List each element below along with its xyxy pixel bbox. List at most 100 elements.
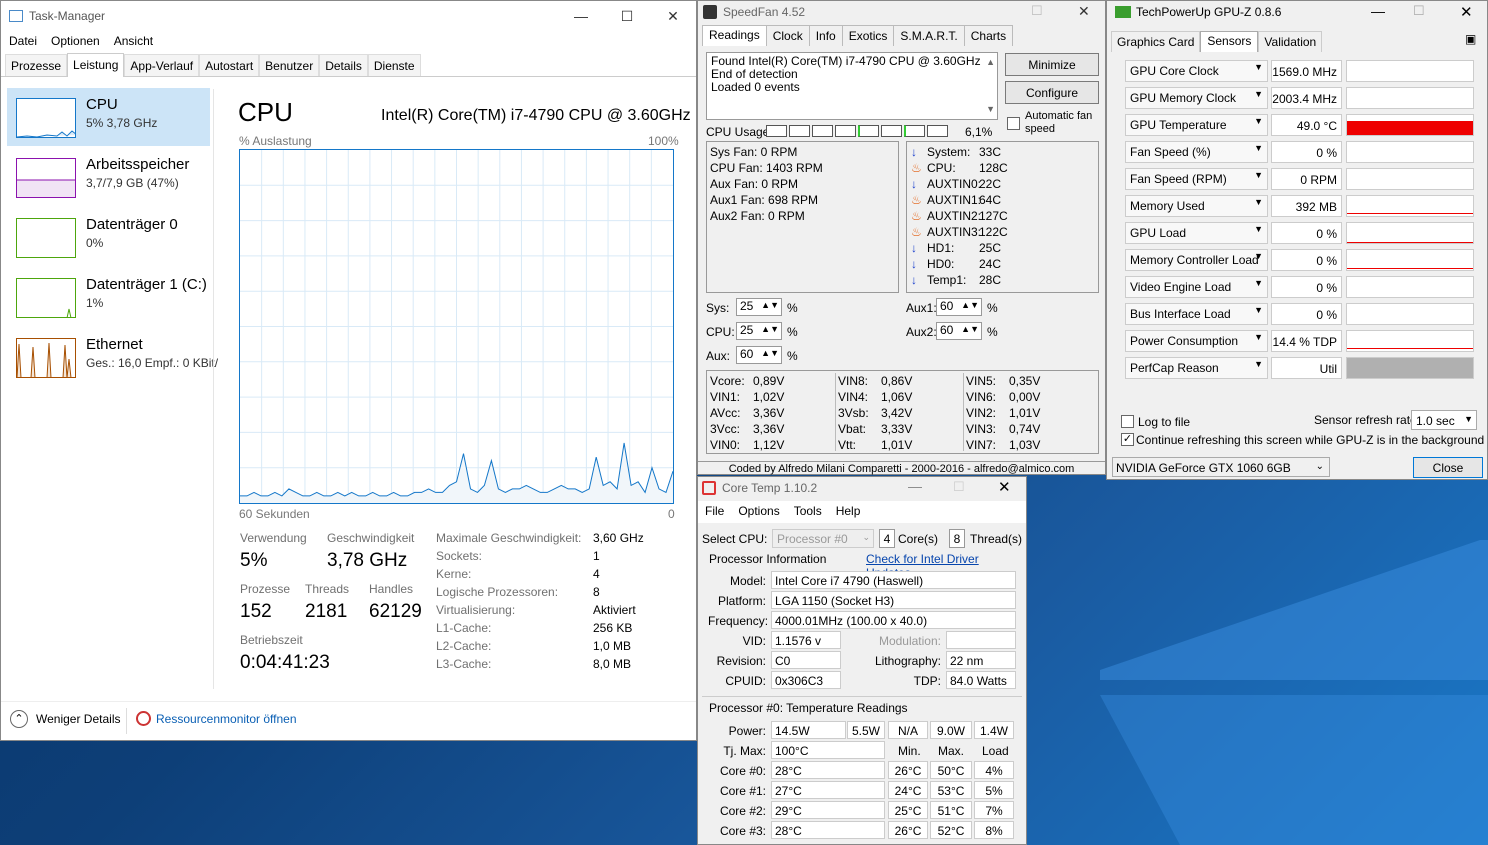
close-button[interactable]: ✕ [1078, 3, 1090, 20]
sidebar-item-memory[interactable]: Arbeitsspeicher 3,7/7,9 GB (47%) [7, 148, 210, 206]
detail-label: L2-Cache: [436, 639, 492, 653]
continue-refresh-checkbox[interactable]: ✓ [1121, 433, 1134, 446]
sensor-value: 0 % [1271, 276, 1342, 298]
maximize-button[interactable]: ☐ [1413, 3, 1425, 19]
sidebar-item-disk1[interactable]: Datenträger 1 (C:) 1% [7, 268, 210, 326]
platform-label: Platform: [717, 594, 766, 608]
speed-label-cpu: CPU: [706, 325, 735, 339]
tab-details[interactable]: Details [319, 54, 368, 76]
gpu-select[interactable]: NVIDIA GeForce GTX 1060 6GB ⌄ [1112, 457, 1330, 477]
tab-leistung[interactable]: Leistung [67, 53, 125, 77]
menu-ansicht[interactable]: Ansicht [114, 34, 153, 48]
sys-speed-spinner[interactable]: 25 ▲▼ [736, 298, 782, 316]
sensor-name-dropdown[interactable]: Fan Speed (RPM) ▼ [1125, 168, 1268, 190]
power-value: 1.4W [974, 721, 1014, 739]
sensor-name-dropdown[interactable]: Power Consumption ▼ [1125, 330, 1268, 352]
tab-exotics[interactable]: Exotics [841, 25, 895, 46]
close-button[interactable]: ✕ [1460, 3, 1473, 21]
menu-options[interactable]: Options [738, 504, 779, 523]
sidebar-item-cpu[interactable]: CPU 5% 3,78 GHz [7, 88, 210, 146]
log-to-file-checkbox[interactable] [1121, 415, 1134, 428]
tab-readings[interactable]: Readings [702, 25, 767, 46]
sensor-name: Video Engine Load [1130, 280, 1232, 294]
sensor-name-dropdown[interactable]: PerfCap Reason ▼ [1125, 357, 1268, 379]
aux1-speed-spinner[interactable]: 60 ▲▼ [936, 298, 982, 316]
sidebar-item-ethernet[interactable]: Ethernet Ges.: 16,0 Empf.: 0 KBit/ [7, 328, 218, 386]
spinner-arrows-icon[interactable]: ▲▼ [761, 348, 779, 358]
sensor-name-dropdown[interactable]: Bus Interface Load ▼ [1125, 303, 1268, 325]
minimize-button[interactable]: — [908, 478, 922, 494]
sensor-graph [1346, 87, 1474, 109]
tab-smart[interactable]: S.M.A.R.T. [893, 25, 965, 46]
minimize-button[interactable]: — [1371, 3, 1385, 19]
minimize-button[interactable]: — [558, 1, 604, 31]
auto-fan-checkbox[interactable] [1007, 117, 1020, 130]
tab-app-verlauf[interactable]: App-Verlauf [124, 54, 200, 76]
sensor-name-dropdown[interactable]: GPU Memory Clock ▼ [1125, 87, 1268, 109]
spinner-arrows-icon[interactable]: ▲▼ [961, 324, 979, 334]
configure-button[interactable]: Configure [1005, 81, 1099, 104]
spinner-arrows-icon[interactable]: ▲▼ [761, 324, 779, 334]
menu-help[interactable]: Help [836, 504, 861, 523]
processor-select[interactable]: Processor #0 ⌄ [772, 529, 874, 548]
event-log[interactable]: Found Intel(R) Core(TM) i7-4790 CPU @ 3.… [706, 52, 998, 120]
tab-validation[interactable]: Validation [1258, 31, 1323, 52]
sidebar-divider [213, 89, 214, 689]
col-max-header: Max. [938, 744, 965, 758]
tab-dienste[interactable]: Dienste [367, 54, 421, 76]
stat-label-processes: Prozesse [240, 582, 291, 596]
util-axis-max: 100% [648, 134, 679, 148]
maximize-button[interactable]: ☐ [1031, 3, 1043, 19]
core-temp: 28°C [771, 821, 885, 839]
percent-label: % [987, 301, 998, 315]
camera-icon[interactable]: ▣ [1465, 32, 1476, 46]
sensor-name-dropdown[interactable]: Memory Used ▼ [1125, 195, 1268, 217]
flame-icon: ♨ [911, 161, 922, 175]
menu-tools[interactable]: Tools [794, 504, 822, 523]
tab-autostart[interactable]: Autostart [199, 54, 260, 76]
sensor-graph [1346, 222, 1474, 244]
sensor-name-dropdown[interactable]: Fan Speed (%) ▼ [1125, 141, 1268, 163]
scroll-down-icon[interactable]: ▼ [986, 103, 995, 116]
maximize-button[interactable]: ☐ [953, 479, 965, 495]
tab-clock[interactable]: Clock [765, 25, 810, 46]
minimize-button[interactable]: Minimize [1005, 53, 1099, 76]
sensor-name-dropdown[interactable]: GPU Load ▼ [1125, 222, 1268, 244]
scroll-up-icon[interactable]: ▲ [986, 56, 995, 69]
tab-prozesse[interactable]: Prozesse [5, 54, 68, 76]
auto-fan-label: Automatic fan speed [1025, 110, 1093, 135]
tab-graphics-card[interactable]: Graphics Card [1111, 31, 1201, 52]
refresh-rate-select[interactable]: 1.0 sec ▼ [1411, 410, 1477, 430]
menu-file[interactable]: File [705, 504, 724, 523]
fewer-details-link[interactable]: Weniger Details [36, 712, 120, 726]
sensor-name-dropdown[interactable]: Memory Controller Load ▼ [1125, 249, 1268, 271]
maximize-button[interactable]: ☐ [604, 1, 650, 31]
menu-optionen[interactable]: Optionen [51, 34, 100, 48]
tab-info[interactable]: Info [808, 25, 843, 46]
frequency-value: 4000.01MHz (100.00 x 40.0) [771, 611, 1016, 629]
sensor-name: GPU Memory Clock [1130, 91, 1237, 105]
sidebar-item-disk0[interactable]: Datenträger 0 0% [7, 208, 210, 266]
close-dialog-button[interactable]: Close [1413, 457, 1483, 478]
sensor-graph [1346, 114, 1474, 136]
fan-reading: Aux2 Fan: 0 RPM [710, 209, 805, 223]
spinner-arrows-icon[interactable]: ▲▼ [961, 300, 979, 310]
tab-sensors[interactable]: Sensors [1200, 31, 1259, 52]
sensor-name-dropdown[interactable]: GPU Temperature ▼ [1125, 114, 1268, 136]
tab-charts[interactable]: Charts [963, 25, 1014, 46]
spinner-arrows-icon[interactable]: ▲▼ [761, 300, 779, 310]
sensor-name-dropdown[interactable]: Video Engine Load ▼ [1125, 276, 1268, 298]
sensor-value: 2003.4 MHz [1271, 87, 1342, 109]
stat-label-speed: Geschwindigkeit [327, 531, 415, 545]
chevron-up-icon[interactable]: ⌃ [10, 710, 28, 728]
close-button[interactable]: ✕ [998, 478, 1011, 496]
aux2-speed-spinner[interactable]: 60 ▲▼ [936, 322, 982, 340]
aux-speed-spinner[interactable]: 60 ▲▼ [736, 346, 782, 364]
close-button[interactable]: ✕ [650, 1, 696, 31]
resource-monitor-link[interactable]: Ressourcenmonitor öffnen [156, 712, 297, 726]
gpuz-tabs: Graphics Card Sensors Validation [1111, 31, 1323, 52]
cpu-speed-spinner[interactable]: 25 ▲▼ [736, 322, 782, 340]
tab-benutzer[interactable]: Benutzer [259, 54, 320, 76]
menu-datei[interactable]: Datei [9, 34, 37, 48]
sensor-name-dropdown[interactable]: GPU Core Clock ▼ [1125, 60, 1268, 82]
